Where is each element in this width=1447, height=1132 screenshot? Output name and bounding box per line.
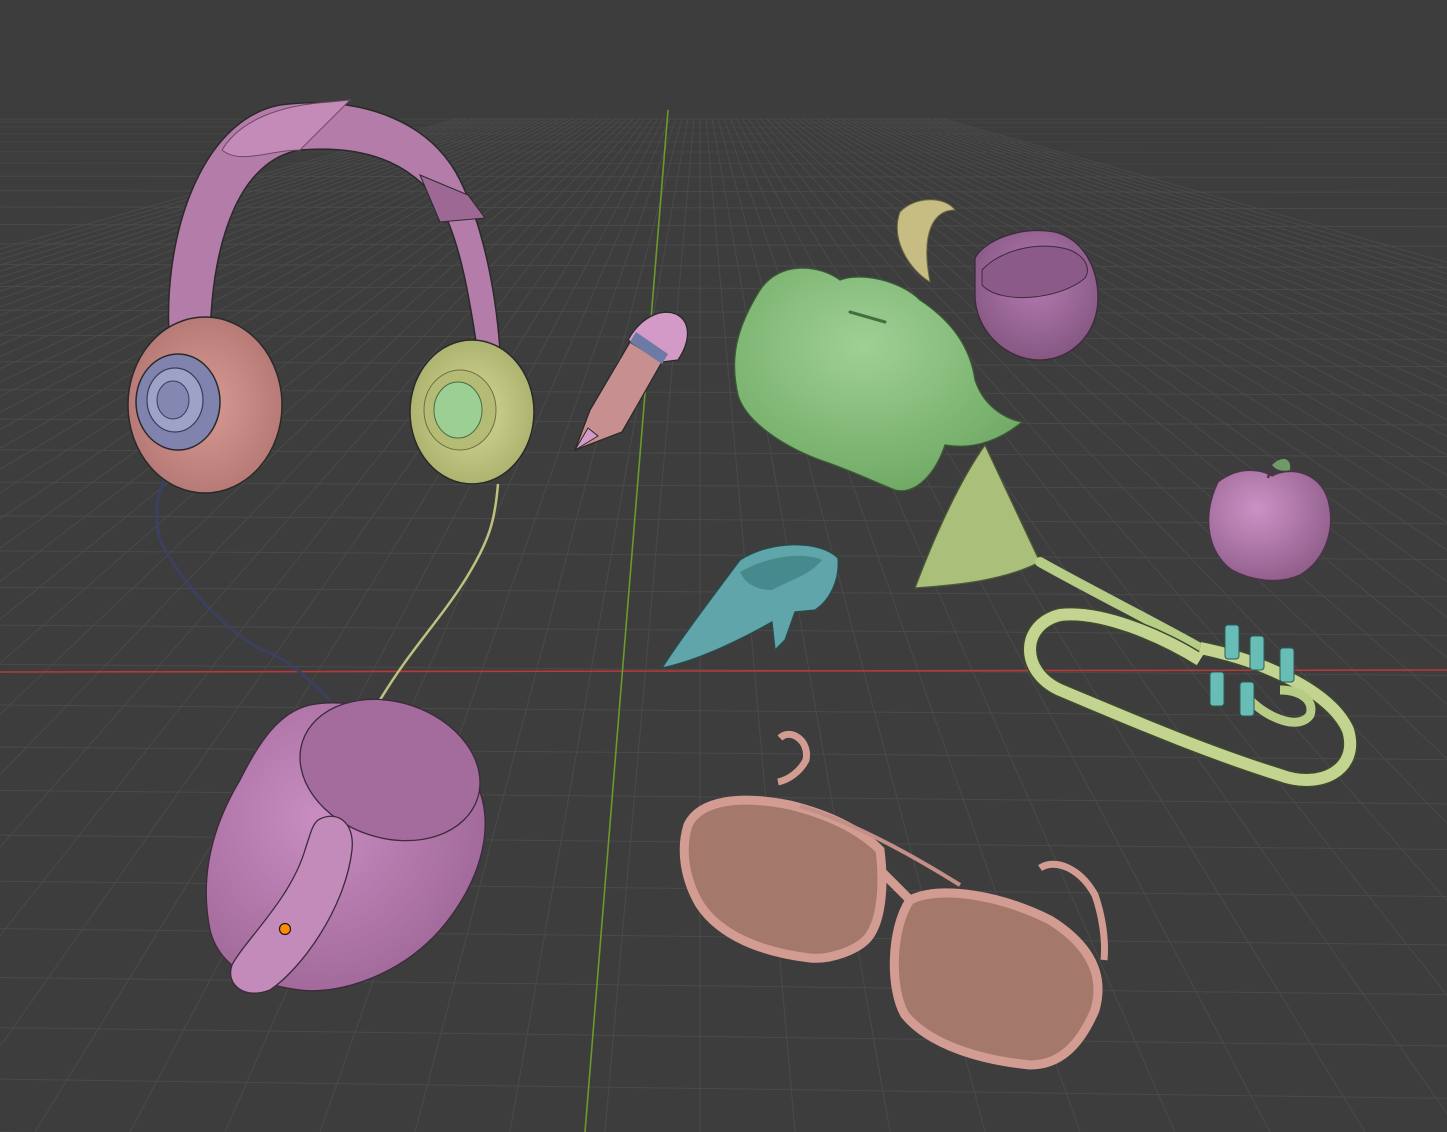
mug-object[interactable] <box>205 677 498 994</box>
high-heel-shoe-object[interactable] <box>660 544 839 669</box>
x-axis-line <box>0 669 1447 673</box>
3d-viewport[interactable] <box>0 0 1447 1132</box>
sunglasses-object[interactable] <box>679 730 1108 1070</box>
origin-marker[interactable] <box>278 922 292 936</box>
apple-object[interactable] <box>1208 458 1332 582</box>
y-axis-line <box>584 109 669 1132</box>
